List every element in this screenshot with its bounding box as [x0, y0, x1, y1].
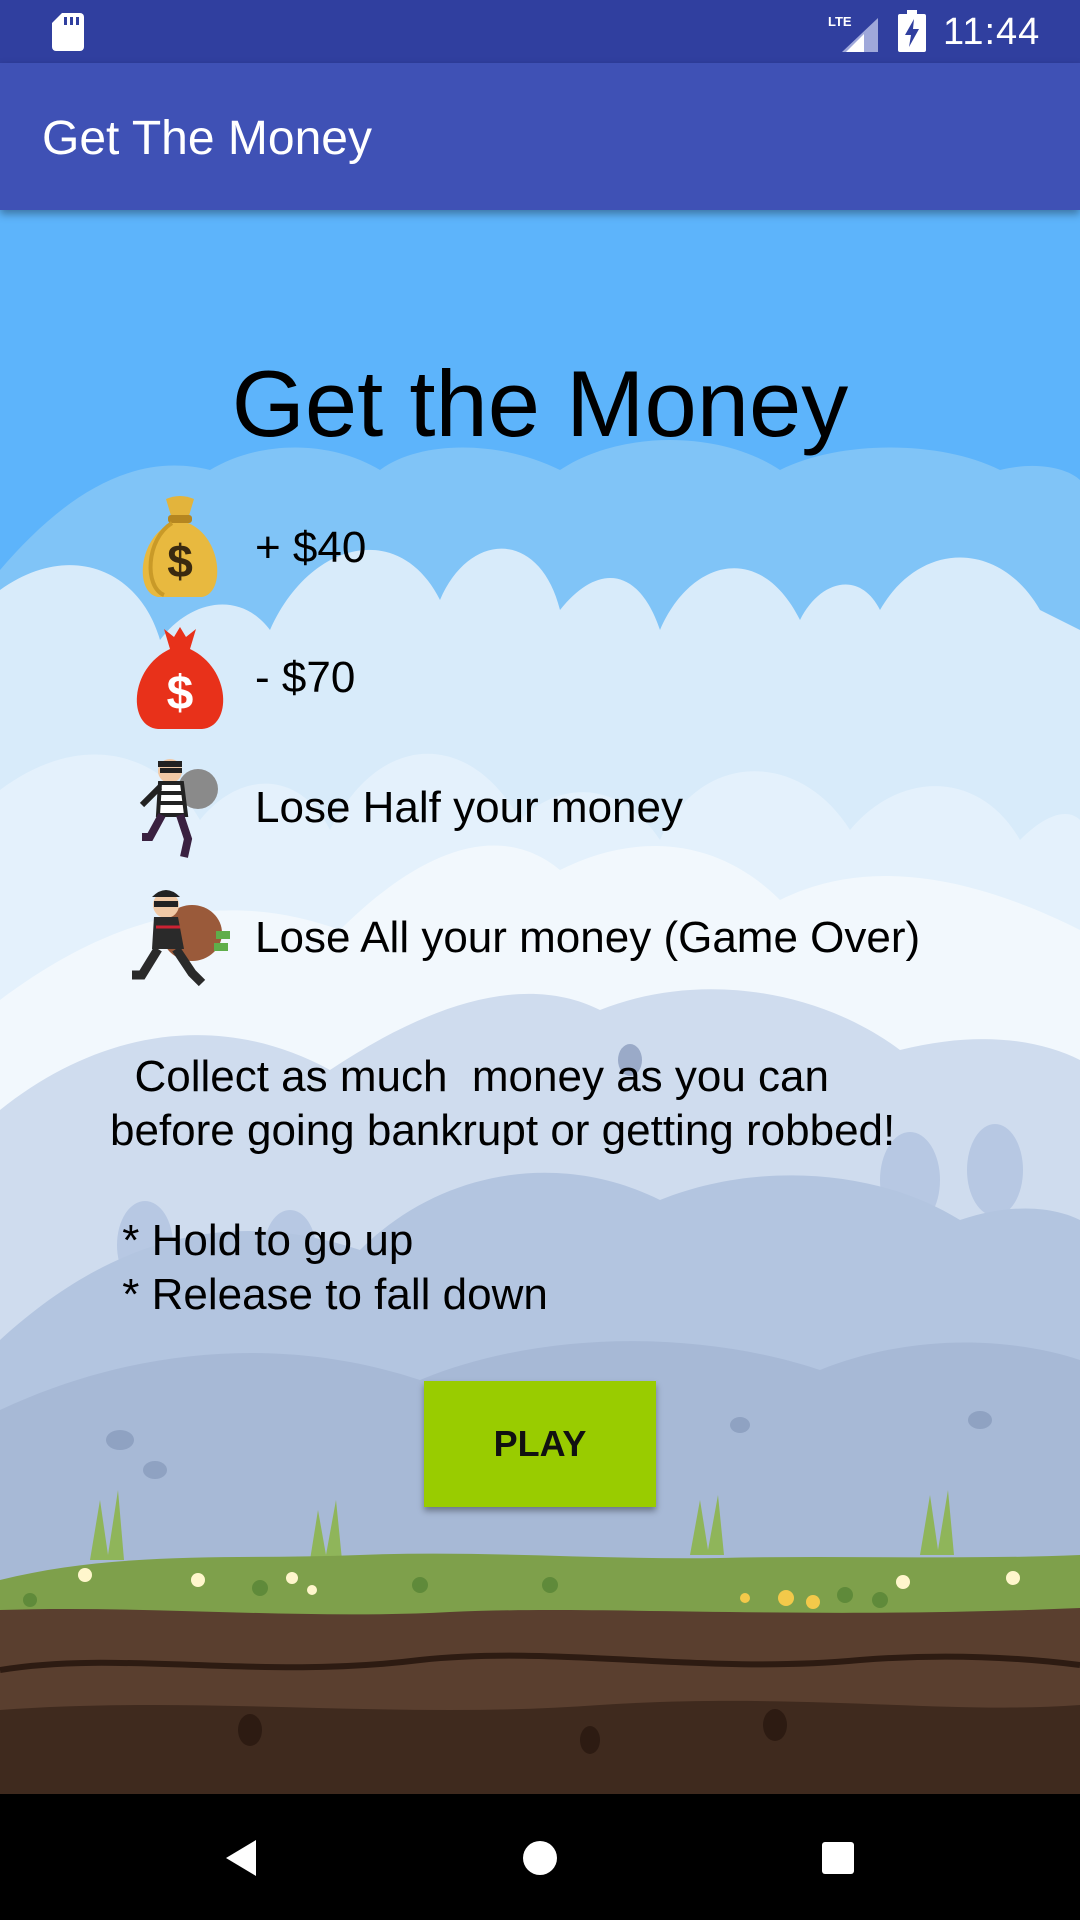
svg-text:$: $ [167, 667, 194, 720]
navigation-bar [0, 1794, 1080, 1920]
battery-charging-icon [898, 10, 926, 52]
svg-text:$: $ [167, 535, 193, 587]
game-menu-screen: Get the Money $ + $40 $ - $70 Lose Half … [0, 210, 1080, 1794]
instructions: Collect as much money as you can before … [110, 1050, 990, 1322]
status-bar: LTE 11:44 [0, 0, 1080, 63]
play-button[interactable]: PLAY [424, 1381, 656, 1507]
legend-text-red-bag: - $70 [255, 653, 356, 702]
legend-row-gold-bag: $ + $40 [0, 493, 1080, 603]
legend-text-gold-bag: + $40 [255, 523, 367, 572]
recents-icon[interactable] [814, 1834, 862, 1882]
small-robber-icon [139, 759, 218, 858]
legend-row-small-robber: Lose Half your money [0, 753, 1080, 863]
sd-card-icon [52, 13, 84, 51]
svg-text:LTE: LTE [828, 14, 852, 29]
legend-row-red-bag: $ - $70 [0, 623, 1080, 733]
red-money-bag-icon: $ [136, 627, 224, 729]
status-clock: 11:44 [943, 11, 1041, 53]
back-icon[interactable] [218, 1834, 266, 1882]
game-title: Get the Money [231, 351, 849, 456]
instructions-line: * Release to fall down [110, 1270, 548, 1319]
legend-text-big-robber: Lose All your money (Game Over) [255, 913, 921, 962]
big-robber-icon [132, 890, 230, 987]
legend-row-big-robber: Lose All your money (Game Over) [0, 883, 1080, 993]
gold-money-bag-icon: $ [142, 496, 218, 597]
instructions-line: * Hold to go up [110, 1216, 414, 1265]
app-bar: Get The Money [0, 63, 1080, 210]
app-title: Get The Money [42, 112, 372, 165]
instructions-line: Collect as much money as you can [110, 1052, 829, 1101]
legend-text-small-robber: Lose Half your money [255, 783, 683, 832]
lte-signal-icon: LTE [828, 14, 878, 52]
home-icon[interactable] [516, 1834, 564, 1882]
instructions-line: before going bankrupt or getting robbed! [110, 1106, 896, 1155]
